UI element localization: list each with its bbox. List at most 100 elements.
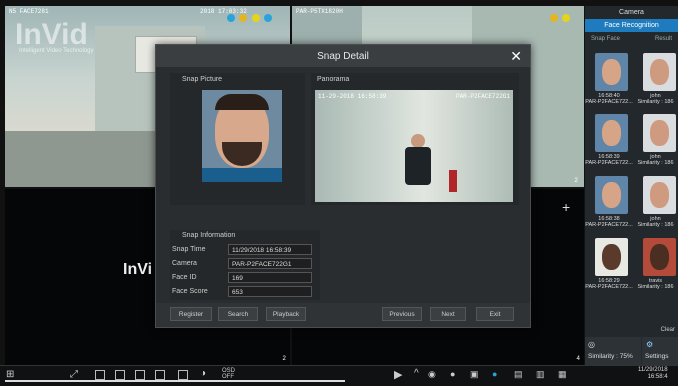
playback-button[interactable]: Playback <box>266 307 306 321</box>
alarm-icon <box>251 14 260 22</box>
next-button[interactable]: Next <box>430 307 466 321</box>
previous-button[interactable]: Previous <box>382 307 422 321</box>
panorama-label: Panorama <box>317 76 350 83</box>
add-camera-icon[interactable]: + <box>562 199 570 215</box>
backup-icon[interactable]: ▥ <box>536 369 545 380</box>
snap-face-thumb[interactable] <box>595 53 628 91</box>
alarm-icon <box>562 14 571 22</box>
camera-number: 2 <box>282 355 286 362</box>
snap-face-thumb[interactable] <box>595 114 628 152</box>
sidebar-column-headers: Snap Face Result <box>585 36 678 42</box>
face-recognition-sidebar: Camera Face Recognition Snap Face Result… <box>585 6 678 365</box>
brand-watermark: InVid <box>15 18 88 51</box>
status-icons <box>550 9 571 27</box>
dialog-button-bar <box>156 303 530 327</box>
snap-info-label: Snap Information <box>182 232 236 239</box>
result-face-thumb[interactable] <box>643 176 676 214</box>
layout-9-icon[interactable] <box>135 370 145 380</box>
dialog-header: Snap Detail ✕ <box>156 45 530 67</box>
progress-track[interactable] <box>5 380 345 382</box>
person-head <box>411 134 425 148</box>
result-similarity: Similarity : 186 <box>637 222 674 228</box>
snap-camera: PAR-P2FACE722... <box>585 284 633 290</box>
similarity-label: Similarity : 75% <box>588 353 633 360</box>
record-icon[interactable]: ● <box>450 369 455 379</box>
start-menu-icon[interactable]: ⊞ <box>6 369 14 380</box>
result-similarity: Similarity : 186 <box>637 284 674 290</box>
camera-osd-name: PAR-P5TX1820H <box>296 8 343 15</box>
panorama-panel: Panorama 11-29-2018 16:58:39 PAR-P2FACE7… <box>311 73 519 205</box>
person-body <box>405 147 431 185</box>
snap-time-label: Snap Time <box>172 246 206 253</box>
face-id-label: Face ID <box>172 274 197 281</box>
snap-time-field: 11/29/2018 16:58:39 <box>228 244 312 255</box>
face-score-field: 653 <box>228 286 312 297</box>
result-similarity: Similarity : 186 <box>637 160 674 166</box>
clock-date: 11/29/2018 <box>638 367 668 373</box>
settings-button[interactable]: ⚙ Settings <box>642 337 678 365</box>
snap-face-thumb[interactable] <box>595 176 628 214</box>
snap-detail-dialog: Snap Detail ✕ Snap Picture Panorama 11-2… <box>155 44 531 328</box>
motion-icon <box>550 14 558 22</box>
disk-icon[interactable]: ▦ <box>558 369 567 380</box>
snap-face-thumb[interactable] <box>595 238 628 276</box>
gear-icon: ⚙ <box>646 340 654 349</box>
sidebar-title: Camera <box>619 9 644 16</box>
camera-label: Camera <box>172 260 197 267</box>
snap-picture-label: Snap Picture <box>182 76 223 83</box>
face-id-field: 169 <box>228 272 312 283</box>
chevron-up-icon[interactable]: ^ <box>414 368 419 379</box>
hair-shape <box>215 94 269 110</box>
shirt-shape <box>202 168 282 182</box>
panorama-osd-camera: PAR-P2FACE722G1 <box>455 93 510 100</box>
layout-custom-icon[interactable] <box>178 370 188 380</box>
face-score-label: Face Score <box>172 288 208 295</box>
snap-picture-panel: Snap Picture <box>170 73 305 205</box>
tab-face-recognition[interactable]: Face Recognition <box>585 19 678 32</box>
snap-face-image <box>202 90 282 182</box>
record-icon <box>264 14 273 22</box>
alarm-icon[interactable]: ▤ <box>514 369 523 380</box>
result-face-thumb[interactable] <box>643 238 676 276</box>
camera-field: PAR-P2FACE722G1 <box>228 258 312 269</box>
camera-osd-name: N5 FACE7281 <box>9 8 49 15</box>
motion-icon <box>239 14 248 22</box>
fire-extinguisher <box>449 170 457 192</box>
close-icon[interactable]: ✕ <box>510 48 522 65</box>
snapshot-icon[interactable]: ◉ <box>428 369 436 380</box>
osd-toggle[interactable]: OSD OFF <box>222 368 235 380</box>
dialog-title: Snap Detail <box>317 50 369 62</box>
similarity-control[interactable]: ◎ Similarity : 75% <box>585 337 641 365</box>
camera-number: 4 <box>576 355 580 362</box>
clock: 11/29/2018 16:58:4 <box>638 367 668 381</box>
clear-button[interactable]: Clear <box>661 327 675 333</box>
settings-label: Settings <box>645 353 669 360</box>
brand-tagline: Intelligent Video Technology <box>19 48 94 54</box>
panorama-osd-time: 11-29-2018 16:58:39 <box>318 93 387 100</box>
col-result: Result <box>654 36 672 42</box>
sequence-icon[interactable]: ◑ <box>200 368 206 379</box>
snap-camera: PAR-P2FACE722... <box>585 160 633 166</box>
face-icon[interactable]: ● <box>492 369 497 379</box>
similarity-icon: ◎ <box>588 340 595 349</box>
osd-state: OFF <box>222 374 234 380</box>
fullscreen-icon[interactable]: ⤢ <box>70 369 78 380</box>
result-face-thumb[interactable] <box>643 114 676 152</box>
layout-1-icon[interactable] <box>95 370 105 380</box>
layout-4-icon[interactable] <box>115 370 125 380</box>
result-face-thumb[interactable] <box>643 53 676 91</box>
col-snap-face: Snap Face <box>591 36 621 42</box>
camera-number: 2 <box>574 177 578 184</box>
search-button[interactable]: Search <box>218 307 258 321</box>
status-icons <box>227 9 273 27</box>
playback-icon[interactable]: ▣ <box>470 369 479 380</box>
play-icon[interactable]: ▶ <box>394 368 402 381</box>
layout-16-icon[interactable] <box>155 370 165 380</box>
snap-camera: PAR-P2FACE722... <box>585 99 633 105</box>
panorama-image: 11-29-2018 16:58:39 PAR-P2FACE722G1 <box>315 90 513 202</box>
exit-button[interactable]: Exit <box>476 307 514 321</box>
register-button[interactable]: Register <box>170 307 212 321</box>
snap-camera: PAR-P2FACE722... <box>585 222 633 228</box>
face-detect-icon <box>227 14 235 22</box>
clock-time: 16:58:4 <box>647 374 668 380</box>
